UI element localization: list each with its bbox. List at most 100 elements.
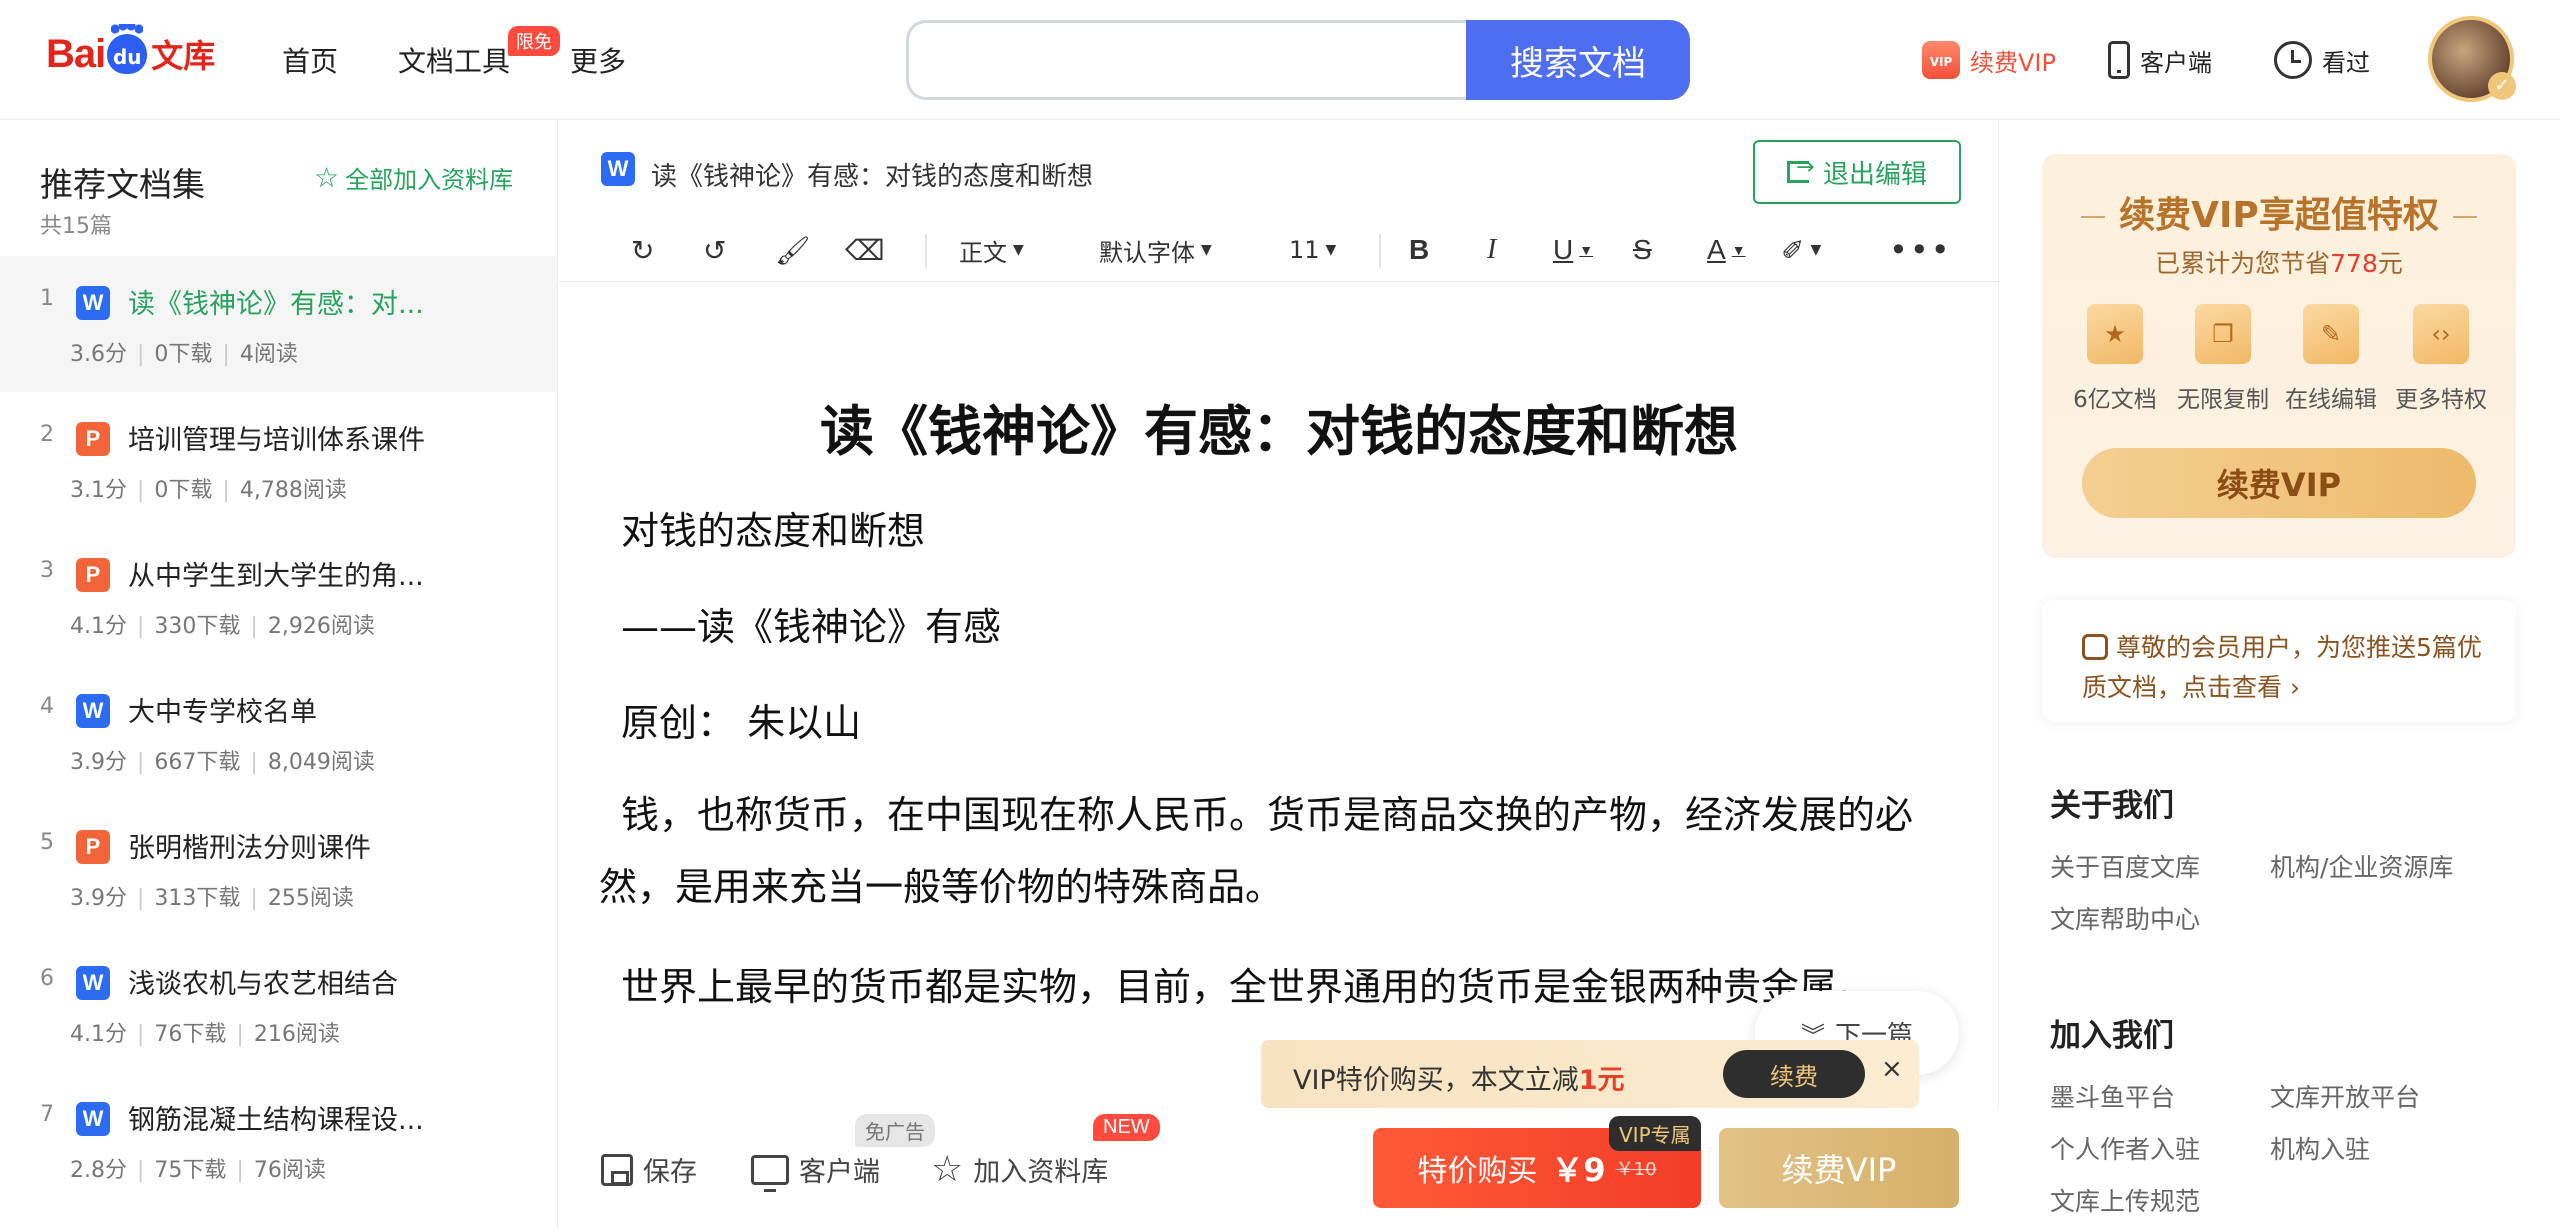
add-to-library-button[interactable]: ☆ 加入资料库 — [931, 1150, 1108, 1189]
footer-link[interactable]: 个人作者入驻 — [2050, 1130, 2200, 1166]
vip-feature[interactable]: ✎ 在线编辑 — [2276, 304, 2386, 414]
renew-vip-link[interactable]: VIP 续费VIP — [1922, 32, 2056, 88]
new-tag: NEW — [1093, 1114, 1160, 1141]
member-notice-card[interactable]: 尊敬的会员用户，为您推送5篇优质文档，点击查看 › — [2042, 600, 2516, 722]
caret-down-icon: ▼ — [1325, 242, 1337, 258]
footer-link[interactable]: 墨斗鱼平台 — [2050, 1078, 2175, 1114]
caret-down-icon: ▼ — [1810, 242, 1822, 258]
baidu-wenku-logo[interactable]: Bai du 文库 — [46, 22, 232, 86]
paragraph-style-dropdown[interactable]: 正文 ▼ — [959, 228, 1024, 272]
exit-edit-label: 退出编辑 — [1822, 159, 1927, 190]
footer-link[interactable]: 文库上传规范 — [2050, 1182, 2200, 1218]
caret-down-icon: ▼ — [1579, 242, 1594, 258]
vip-feature[interactable]: ★ 6亿文档 — [2060, 304, 2170, 414]
bold-button[interactable]: B — [1409, 228, 1429, 272]
footer-link[interactable]: 关于百度文库 — [2050, 848, 2200, 884]
add-all-to-library-button[interactable]: ☆ 全部加入资料库 — [314, 160, 513, 195]
star-doc-icon: ★ — [2087, 304, 2143, 364]
item-title: 从中学生到大学生的角... — [128, 561, 424, 592]
item-title: 浅谈农机与农艺相结合 — [128, 969, 398, 1000]
word-doc-icon: W — [76, 1102, 110, 1136]
add-all-label: 全部加入资料库 — [345, 166, 514, 194]
font-size-dropdown[interactable]: 11 ▼ — [1289, 228, 1336, 272]
list-item[interactable]: 4 W 大中专学校名单 3.9分 | 667下载 | 8,049阅读 — [0, 664, 557, 800]
member-notice-text: 尊敬的会员用户，为您推送5篇优质文档，点击查看 › — [2082, 633, 2482, 702]
vip-benefits-card: 续费VIP享超值特权 已累计为您节省778元 ★ 6亿文档 ❐ 无限复制 ✎ 在… — [2042, 154, 2516, 558]
phone-icon — [2108, 41, 2130, 79]
caret-down-icon: ▼ — [1731, 242, 1746, 258]
item-title: 读《钱神论》有感：对... — [128, 289, 424, 320]
highlight-color-button[interactable]: ✐ ▼ — [1781, 228, 1821, 272]
exit-edit-button[interactable]: 退出编辑 — [1753, 140, 1961, 204]
item-meta: 3.6分 | 0下载 | 4阅读 — [70, 342, 298, 367]
font-color-button[interactable]: A ▼ — [1707, 228, 1746, 272]
monitor-icon — [751, 1154, 789, 1192]
star-outline-icon: ☆ — [314, 161, 340, 194]
client-download-link[interactable]: 客户端 — [2108, 32, 2212, 88]
underline-button[interactable]: U ▼ — [1553, 228, 1593, 272]
item-meta: 4.1分 | 76下载 | 216阅读 — [70, 1022, 340, 1047]
italic-button[interactable]: I — [1487, 228, 1496, 272]
close-icon[interactable]: × — [1881, 1054, 1903, 1084]
list-item[interactable]: 3 P 从中学生到大学生的角... 4.1分 | 330下载 | 2,926阅读 — [0, 528, 557, 664]
strikethrough-button[interactable]: S — [1633, 228, 1652, 272]
clear-format-icon[interactable]: ⌫ — [845, 228, 885, 272]
client-button[interactable]: 客户端 — [751, 1150, 880, 1192]
footer-link[interactable]: 文库帮助中心 — [2050, 900, 2200, 936]
about-us-heading: 关于我们 — [2050, 788, 2174, 824]
history-label: 看过 — [2322, 48, 2370, 77]
format-painter-icon[interactable]: 🖌 — [775, 228, 811, 272]
vip-feature[interactable]: ❐ 无限复制 — [2168, 304, 2278, 414]
recommended-docs-sidebar: 推荐文档集 共15篇 ☆ 全部加入资料库 1 W 读《钱神论》有感：对... 3… — [0, 120, 558, 1228]
search-input[interactable] — [906, 20, 1480, 100]
logo-paw-icon: du — [107, 24, 148, 74]
toolbar-divider — [1379, 234, 1381, 268]
item-title: 钢筋混凝土结构课程设... — [128, 1105, 424, 1136]
redo-icon[interactable]: ↻ — [631, 228, 654, 272]
renew-vip-label: 续费VIP — [1970, 48, 2056, 77]
more-options-button[interactable]: ••• — [1889, 228, 1952, 272]
highlighter-icon: ✐ — [1781, 233, 1805, 267]
font-family-dropdown[interactable]: 默认字体 ▼ — [1099, 228, 1212, 272]
right-panel: 续费VIP享超值特权 已累计为您节省778元 ★ 6亿文档 ❐ 无限复制 ✎ 在… — [2000, 120, 2560, 1228]
star-outline-icon: ☆ — [931, 1148, 964, 1190]
client-button-label: 客户端 — [799, 1157, 880, 1188]
vip-card-title: 续费VIP享超值特权 — [2042, 186, 2516, 238]
word-doc-icon: W — [76, 286, 110, 320]
feature-label: 无限复制 — [2177, 387, 2269, 413]
footer-link[interactable]: 机构入驻 — [2270, 1130, 2370, 1166]
word-doc-icon: W — [76, 694, 110, 728]
nav-home[interactable]: 首页 — [282, 40, 338, 80]
list-item[interactable]: 1 W 读《钱神论》有感：对... 3.6分 | 0下载 | 4阅读 — [0, 256, 557, 392]
banner-renew-button[interactable]: 续费 — [1723, 1050, 1865, 1098]
list-item[interactable]: 6 W 浅谈农机与农艺相结合 4.1分 | 76下载 | 216阅读 — [0, 936, 557, 1072]
footer-link[interactable]: 文库开放平台 — [2270, 1078, 2420, 1114]
history-link[interactable]: 看过 — [2274, 32, 2370, 88]
vip-card-renew-button[interactable]: 续费VIP — [2082, 448, 2476, 518]
list-item[interactable]: 5 P 张明楷刑法分则课件 3.9分 | 313下载 | 255阅读 — [0, 800, 557, 936]
item-number: 7 — [40, 1102, 54, 1127]
search-button[interactable]: 搜索文档 — [1466, 20, 1690, 100]
save-button[interactable]: 保存 — [601, 1150, 697, 1189]
vip-check-icon: ✓ — [2488, 72, 2516, 100]
nav-more[interactable]: 更多 — [570, 40, 626, 80]
footer-link[interactable]: 机构/企业资源库 — [2270, 848, 2453, 884]
list-item[interactable]: 7 W 钢筋混凝土结构课程设... 2.8分 | 75下载 | 76阅读 — [0, 1072, 557, 1208]
save-icon — [601, 1153, 633, 1186]
vip-discount-banner: VIP特价购买，本文立减1元 续费 × — [1261, 1040, 1919, 1108]
word-doc-icon: W — [601, 152, 635, 186]
sidebar-count: 共15篇 — [40, 214, 112, 239]
item-meta: 3.1分 | 0下载 | 4,788阅读 — [70, 478, 347, 503]
item-number: 2 — [40, 422, 54, 447]
vip-feature[interactable]: ‹› 更多特权 — [2386, 304, 2496, 414]
doc-paragraph: 钱，也称货币，在中国现在称人民币。货币是商品交换的产物，经济发展的必然，是用来充… — [599, 793, 1914, 909]
buy-price: ￥9 — [1551, 1151, 1606, 1189]
nav-doc-tools[interactable]: 文档工具 — [398, 40, 510, 80]
toolbar-divider — [925, 234, 927, 268]
doc-paragraph: 世界上最早的货币都是实物，目前，全世界通用的货币是金银两种贵金属。 — [621, 965, 1876, 1009]
clock-icon — [2274, 41, 2312, 79]
list-item[interactable]: 2 P 培训管理与培训体系课件 3.1分 | 0下载 | 4,788阅读 — [0, 392, 557, 528]
renew-vip-button[interactable]: 续费VIP — [1719, 1128, 1959, 1208]
undo-icon[interactable]: ↺ — [703, 228, 726, 272]
logo-wenku-text: 文库 — [151, 37, 216, 75]
